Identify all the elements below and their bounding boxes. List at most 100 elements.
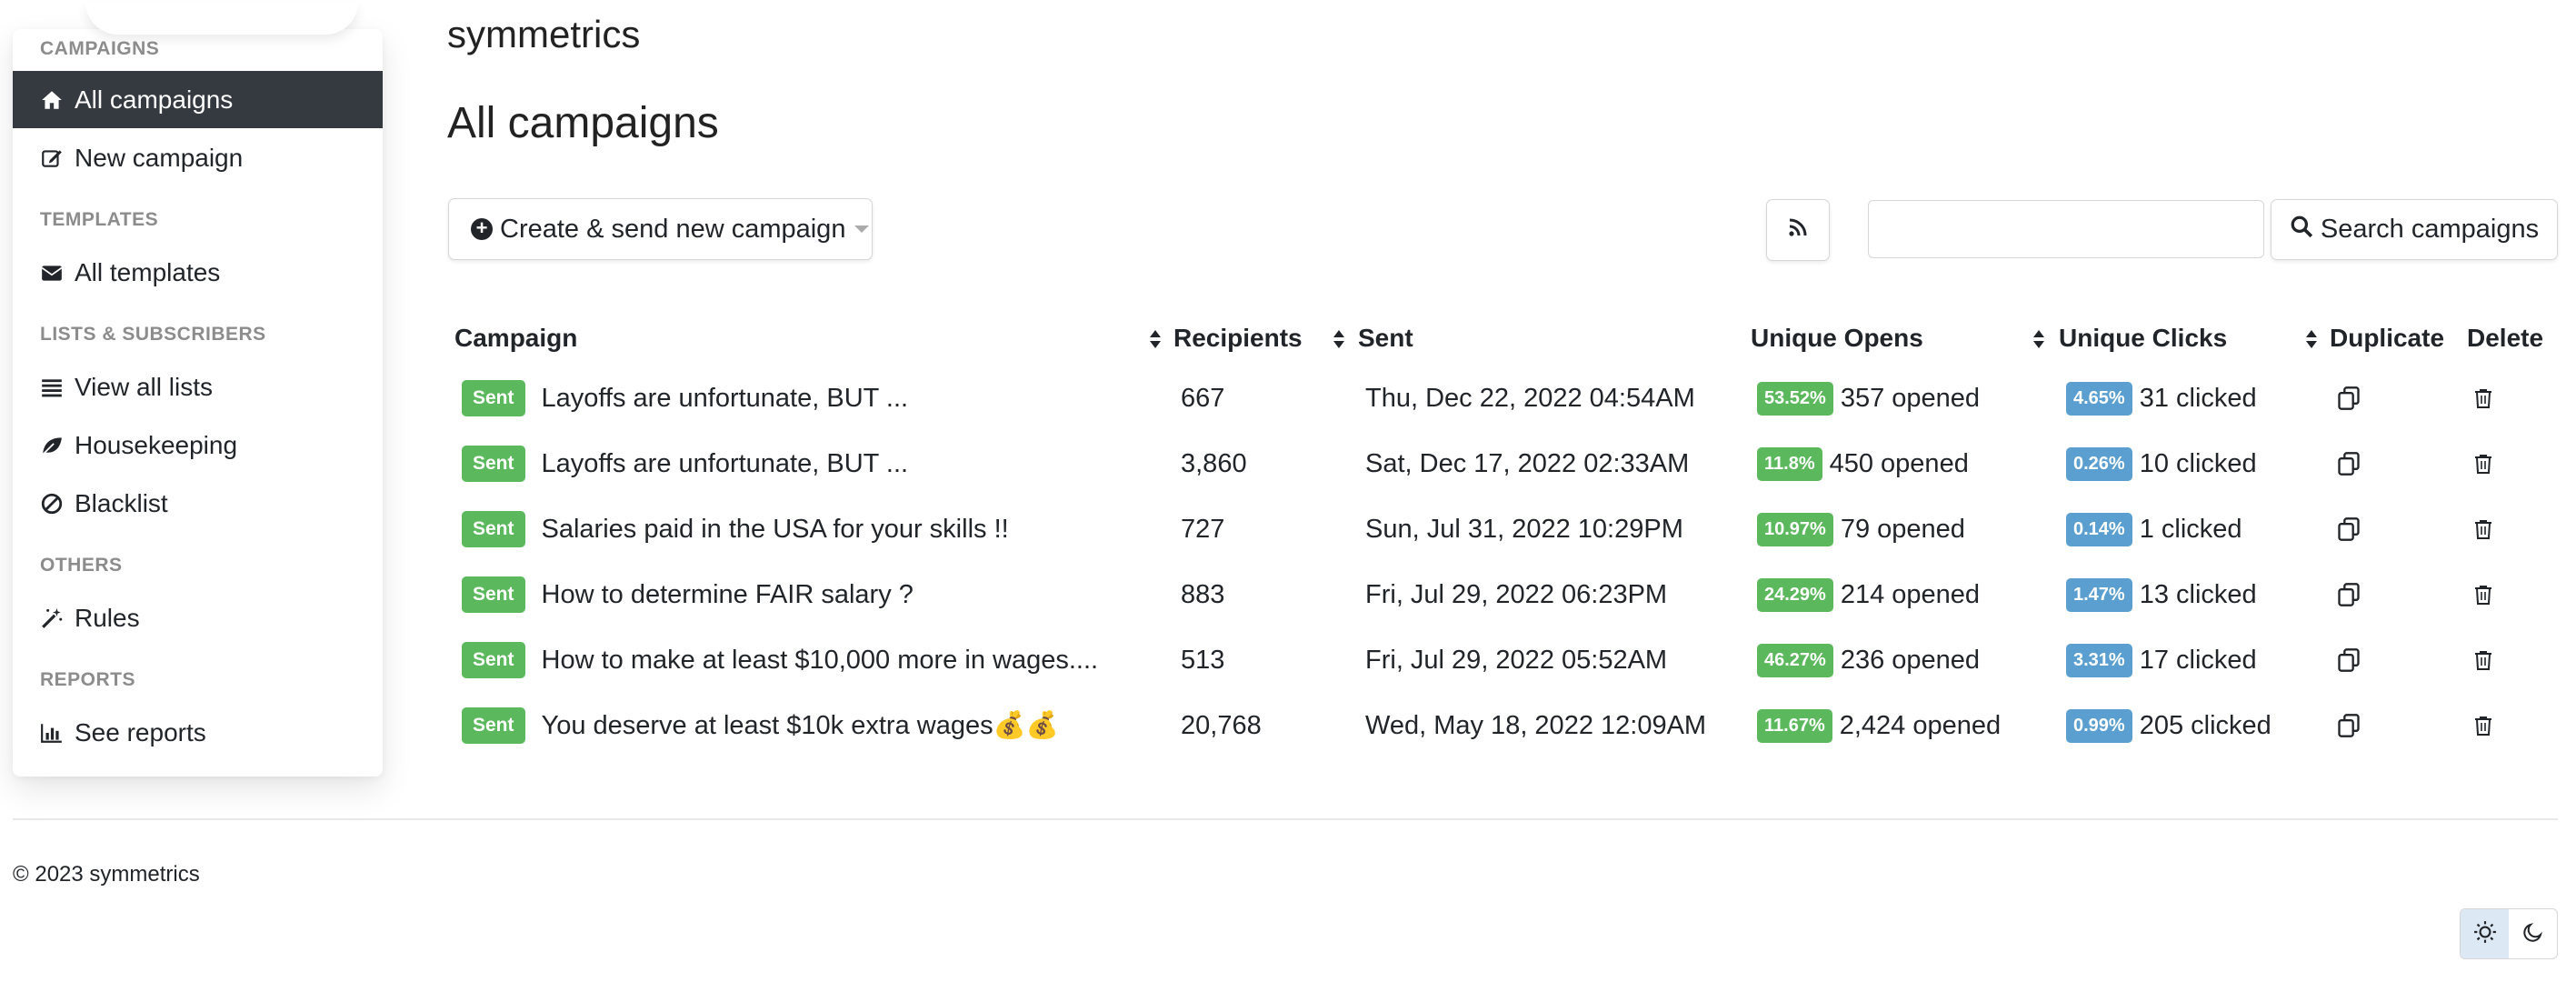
col-header-sent[interactable]: Sent <box>1358 324 1413 353</box>
status-badge: Sent <box>462 511 525 547</box>
home-icon <box>40 88 64 112</box>
status-badge: Sent <box>462 707 525 744</box>
moon-icon <box>2522 921 2544 947</box>
rss-button[interactable] <box>1766 199 1830 261</box>
col-header-unique-clicks[interactable]: Unique Clicks <box>2059 324 2227 353</box>
search-campaigns-label: Search campaigns <box>2320 215 2540 244</box>
search-campaigns-button[interactable]: Search campaigns <box>2271 199 2558 260</box>
table-row: Sent Layoffs are unfortunate, BUT ... 66… <box>447 366 2556 431</box>
sun-icon <box>2473 920 2497 948</box>
trash-icon[interactable] <box>2467 709 2500 742</box>
trash-icon[interactable] <box>2467 382 2500 415</box>
plus-circle-icon: + <box>471 218 493 240</box>
sidebar-item-label: Housekeeping <box>75 430 238 459</box>
table-row: Sent Layoffs are unfortunate, BUT ... 3,… <box>447 431 2556 496</box>
sort-icon[interactable] <box>1149 329 1162 349</box>
unique-clicks-cell: 0.14% 1 clicked <box>2066 496 2242 562</box>
nav-heading-lists: LISTS & SUBSCRIBERS <box>40 324 266 345</box>
dark-theme-button[interactable] <box>2509 909 2557 958</box>
bar-chart-icon <box>40 721 64 745</box>
leaf-icon <box>40 434 64 457</box>
duplicate-icon[interactable] <box>2332 709 2365 742</box>
click-rate-badge: 0.14% <box>2066 512 2132 546</box>
nav-heading-templates: TEMPLATES <box>40 209 159 230</box>
clicked-count: 1 clicked <box>2139 514 2242 544</box>
nav-heading-others: OTHERS <box>40 555 123 576</box>
sidebar-item-all-templates[interactable]: All templates <box>13 244 383 301</box>
recipients-cell: 883 <box>1181 579 1225 609</box>
magic-wand-icon <box>40 606 64 630</box>
sort-icon[interactable] <box>2305 329 2318 349</box>
col-header-unique-opens[interactable]: Unique Opens <box>1751 324 1923 353</box>
duplicate-icon[interactable] <box>2332 447 2365 480</box>
duplicate-icon[interactable] <box>2332 578 2365 611</box>
unique-opens-cell: 10.97% 79 opened <box>1757 496 1965 562</box>
table-row: Sent How to determine FAIR salary ? 883 … <box>447 562 2556 627</box>
click-rate-badge: 3.31% <box>2066 643 2132 677</box>
sidebar-item-housekeeping[interactable]: Housekeeping <box>13 416 383 474</box>
delete-cell <box>2467 366 2500 431</box>
search-icon <box>2290 215 2321 246</box>
sort-icon[interactable] <box>1333 329 1345 349</box>
col-header-recipients[interactable]: Recipients <box>1173 324 1303 353</box>
recipients-cell: 667 <box>1181 383 1225 413</box>
clicked-count: 13 clicked <box>2139 579 2257 609</box>
campaign-name-link[interactable]: Layoffs are unfortunate, BUT ... <box>542 384 909 414</box>
trash-icon[interactable] <box>2467 578 2500 611</box>
unique-clicks-cell: 1.47% 13 clicked <box>2066 562 2257 627</box>
sidebar-item-view-all-lists[interactable]: View all lists <box>13 358 383 416</box>
open-rate-badge: 11.8% <box>1757 446 1822 481</box>
ban-icon <box>40 492 64 516</box>
open-rate-badge: 11.67% <box>1757 708 1832 743</box>
campaign-cell: Sent Layoffs are unfortunate, BUT ... <box>462 366 908 431</box>
campaign-name-link[interactable]: You deserve at least $10k extra wages💰💰 <box>542 710 1059 741</box>
campaign-name-link[interactable]: How to determine FAIR salary ? <box>542 580 914 610</box>
unique-clicks-cell: 4.65% 31 clicked <box>2066 366 2257 431</box>
sidebar-item-label: All templates <box>75 257 221 286</box>
light-theme-button[interactable] <box>2461 909 2509 958</box>
sidebar-item-blacklist[interactable]: Blacklist <box>13 475 383 532</box>
nav-heading-reports: REPORTS <box>40 669 136 690</box>
campaign-name-link[interactable]: How to make at least $10,000 more in wag… <box>542 646 1099 676</box>
sidebar-item-new-campaign[interactable]: New campaign <box>13 129 383 186</box>
clicked-count: 10 clicked <box>2139 448 2257 478</box>
status-badge: Sent <box>462 576 525 613</box>
unique-clicks-cell: 0.99% 205 clicked <box>2066 693 2271 758</box>
sent-date-cell: Fri, Jul 29, 2022 05:52AM <box>1365 645 1668 675</box>
campaign-cell: Sent Salaries paid in the USA for your s… <box>462 496 1009 562</box>
duplicate-icon[interactable] <box>2332 644 2365 676</box>
sidebar-item-label: See reports <box>75 717 206 747</box>
campaign-name-link[interactable]: Salaries paid in the USA for your skills… <box>542 515 1009 545</box>
table-row: Sent You deserve at least $10k extra wag… <box>447 693 2556 758</box>
col-header-campaign[interactable]: Campaign <box>454 324 577 353</box>
trash-icon[interactable] <box>2467 513 2500 546</box>
sidebar-item-see-reports[interactable]: See reports <box>13 704 383 761</box>
create-campaign-dropdown[interactable]: + Create & send new campaign <box>448 198 873 260</box>
duplicate-cell <box>2332 496 2365 562</box>
sidebar-item-rules[interactable]: Rules <box>13 589 383 646</box>
brand-name: symmetrics <box>447 13 641 55</box>
trash-icon[interactable] <box>2467 644 2500 676</box>
duplicate-icon[interactable] <box>2332 513 2365 546</box>
recipients-cell: 513 <box>1181 645 1225 675</box>
list-icon <box>40 376 64 399</box>
caret-down-icon <box>854 225 870 233</box>
col-header-duplicate: Duplicate <box>2330 324 2445 352</box>
search-input[interactable] <box>1868 200 2264 258</box>
sidebar-item-all-campaigns[interactable]: All campaigns <box>13 71 383 128</box>
sent-date-cell: Wed, May 18, 2022 12:09AM <box>1365 710 1707 740</box>
trash-icon[interactable] <box>2467 447 2500 480</box>
sidebar-item-label: New campaign <box>75 143 244 172</box>
unique-opens-cell: 46.27% 236 opened <box>1757 627 1980 693</box>
clicked-count: 205 clicked <box>2139 710 2271 740</box>
delete-cell <box>2467 431 2500 496</box>
status-badge: Sent <box>462 642 525 678</box>
sort-icon[interactable] <box>2032 329 2045 349</box>
click-rate-badge: 0.26% <box>2066 446 2132 481</box>
status-badge: Sent <box>462 380 525 416</box>
duplicate-icon[interactable] <box>2332 382 2365 415</box>
recipients-cell: 20,768 <box>1181 710 1262 740</box>
campaign-cell: Sent How to determine FAIR salary ? <box>462 562 914 627</box>
duplicate-cell <box>2332 562 2365 627</box>
campaign-name-link[interactable]: Layoffs are unfortunate, BUT ... <box>542 449 909 479</box>
